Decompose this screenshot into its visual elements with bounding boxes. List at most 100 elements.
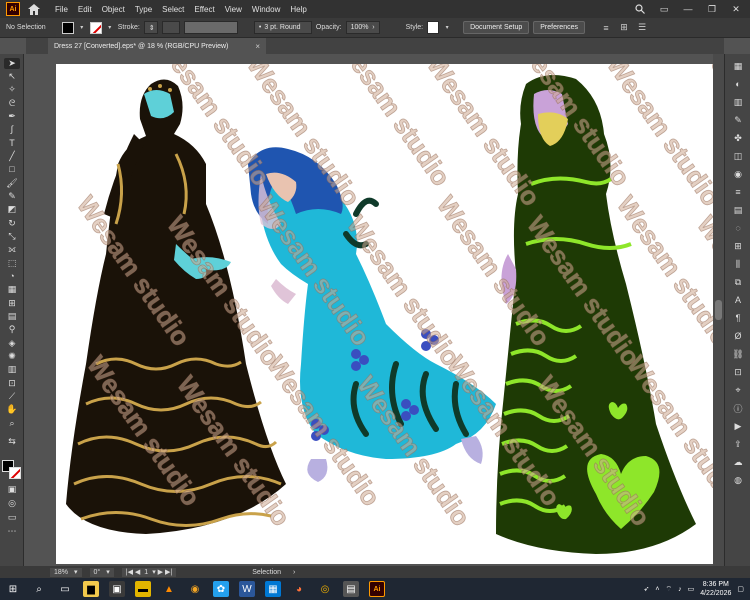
align-icon[interactable]: ≡ (599, 21, 613, 35)
menu-help[interactable]: Help (285, 5, 311, 14)
chevron-down-icon[interactable]: ▾ (443, 22, 451, 34)
zoom-level-field[interactable]: 18% ▾ (50, 567, 82, 577)
artboard-tool-icon[interactable]: ⊡ (4, 378, 20, 389)
stroke-color-box[interactable] (9, 467, 21, 479)
style-swatch[interactable] (427, 21, 440, 34)
arrange-documents-icon[interactable]: ▭ (658, 3, 670, 15)
close-icon[interactable]: ✕ (730, 3, 742, 15)
transparency-panel-icon[interactable]: ◌ (732, 222, 744, 234)
menu-window[interactable]: Window (247, 5, 285, 14)
folder-icon[interactable]: ▬ (135, 581, 151, 597)
app-icon[interactable]: ✿ (213, 581, 229, 597)
stroke-panel-icon[interactable]: ≡ (732, 186, 744, 198)
blend-tool-icon[interactable]: ◈ (4, 338, 20, 349)
document-setup-button[interactable]: Document Setup (463, 21, 530, 34)
pathfinder-panel-icon[interactable]: ⧉ (732, 276, 744, 288)
asset-export-panel-icon[interactable]: ⇪ (732, 438, 744, 450)
mesh-tool-icon[interactable]: ⊞ (4, 298, 20, 309)
image-trace-panel-icon[interactable]: ◍ (732, 474, 744, 486)
fill-stroke-widget[interactable] (2, 460, 22, 480)
vlc-icon[interactable]: ▲ (161, 581, 177, 597)
curvature-tool-icon[interactable]: ∫ (4, 124, 20, 135)
libraries-panel-icon[interactable]: ☁ (732, 456, 744, 468)
paintbrush-tool-icon[interactable]: 🖌 (4, 178, 20, 189)
volume-icon[interactable]: ♪ (678, 586, 682, 593)
illustrator-taskbar-icon[interactable]: Ai (369, 581, 385, 597)
align-panel-icon[interactable]: ⫼ (732, 258, 744, 270)
word-icon[interactable]: W (239, 581, 255, 597)
rotate-tool-icon[interactable]: ↻ (4, 218, 20, 229)
symbols-panel-icon[interactable]: ✤ (732, 132, 744, 144)
brush-definition-dropdown[interactable]: • 3 pt. Round (253, 21, 312, 34)
store-icon[interactable]: ▦ (265, 581, 281, 597)
type-tool-icon[interactable]: T (4, 138, 20, 149)
swap-fill-stroke-icon[interactable]: ⇆ (4, 436, 20, 447)
close-icon[interactable]: × (255, 42, 260, 51)
artboards-panel-icon[interactable]: ⊡ (732, 366, 744, 378)
scrollbar-thumb[interactable] (715, 300, 722, 320)
slice-tool-icon[interactable]: ⟋ (4, 391, 20, 402)
canvas-area[interactable]: ⚙ ◉ ◈ ⧉ (26, 54, 724, 566)
lasso-icon[interactable]: ᘓ (4, 98, 20, 109)
search-icon[interactable]: ⌕ (31, 581, 47, 597)
clock[interactable]: 8:36 PM 4/22/2026 (700, 580, 731, 598)
brushes-panel-icon[interactable]: ✎ (732, 114, 744, 126)
width-tool-icon[interactable]: ⟗ (4, 244, 20, 255)
gradient-tool-icon[interactable]: ▤ (4, 311, 20, 322)
app-icon-generic[interactable]: ▤ (343, 581, 359, 597)
properties-panel-icon[interactable]: ▦ (732, 60, 744, 72)
network-icon[interactable]: ⌔ (666, 585, 673, 594)
eraser-tool-icon[interactable]: ◩ (4, 204, 20, 215)
free-transform-tool-icon[interactable]: ⬚ (4, 258, 20, 269)
fill-swatch[interactable] (61, 21, 74, 34)
task-view-icon[interactable]: ▭ (57, 581, 73, 597)
direct-selection-tool-icon[interactable]: ↖ (4, 71, 20, 82)
search-icon[interactable] (634, 3, 646, 15)
start-icon[interactable]: ⊞ (5, 581, 21, 597)
menu-select[interactable]: Select (157, 5, 189, 14)
notifications-icon[interactable]: ▢ (737, 585, 744, 593)
swatches-panel-icon[interactable]: ▥ (732, 96, 744, 108)
menu-edit[interactable]: Edit (73, 5, 97, 14)
chevron-down-icon[interactable]: ▾ (106, 22, 114, 34)
transform-icon[interactable]: ⊞ (617, 21, 631, 35)
artboard[interactable]: Wesam studio Wesam studio Wesam studio W… (56, 64, 720, 564)
menu-file[interactable]: File (50, 5, 73, 14)
shaper-tool-icon[interactable]: ✎ (4, 191, 20, 202)
stroke-weight-stepper[interactable]: ⇕ (143, 21, 158, 34)
line-tool-icon[interactable]: ╱ (4, 151, 20, 162)
character-panel-icon[interactable]: A (732, 294, 744, 306)
file-explorer-icon[interactable]: ▆ (83, 581, 99, 597)
pen-tool-icon[interactable]: ✒ (4, 111, 20, 122)
chevron-right-icon[interactable]: › (293, 569, 295, 576)
color-mode-icon[interactable]: ▣ (4, 484, 20, 495)
links-panel-icon[interactable]: ⛓ (732, 348, 744, 360)
symbol-sprayer-icon[interactable]: ✺ (4, 351, 20, 362)
media-player-icon[interactable]: ◉ (187, 581, 203, 597)
hand-tool-icon[interactable]: ✋ (4, 404, 20, 415)
glyphs-panel-icon[interactable]: Ø (732, 330, 744, 342)
graphic-styles-panel-icon[interactable]: ◫ (732, 150, 744, 162)
menu-effect[interactable]: Effect (189, 5, 219, 14)
rotate-view-field[interactable]: 0° ▾ (89, 567, 114, 577)
magic-wand-icon[interactable]: ✧ (4, 84, 20, 95)
firefox-icon[interactable]: ◕ (291, 581, 307, 597)
chrome-icon[interactable]: ◎ (317, 581, 333, 597)
battery-icon[interactable]: ▭ (688, 585, 695, 593)
stroke-weight-field[interactable] (161, 21, 180, 34)
gradient-panel-icon[interactable]: ▤ (732, 204, 744, 216)
chevron-up-icon[interactable]: ˄ (655, 586, 659, 593)
screen-mode-icon[interactable]: ▭ (4, 512, 20, 523)
home-icon[interactable] (26, 2, 42, 16)
document-tab[interactable]: Dress 27 [Converted].eps* @ 18 % (RGB/CP… (48, 38, 266, 54)
graph-tool-icon[interactable]: ▥ (4, 364, 20, 375)
minimize-icon[interactable]: — (682, 3, 694, 15)
menu-type[interactable]: Type (130, 5, 157, 14)
menu-object[interactable]: Object (97, 5, 130, 14)
media-app-icon[interactable]: ▣ (109, 581, 125, 597)
scale-tool-icon[interactable]: ⤡ (4, 231, 20, 242)
stroke-swatch[interactable] (89, 21, 102, 34)
variable-width-profile[interactable] (183, 21, 238, 34)
drawing-mode-icon[interactable]: ◎ (4, 498, 20, 509)
actions-panel-icon[interactable]: ▶ (732, 420, 744, 432)
